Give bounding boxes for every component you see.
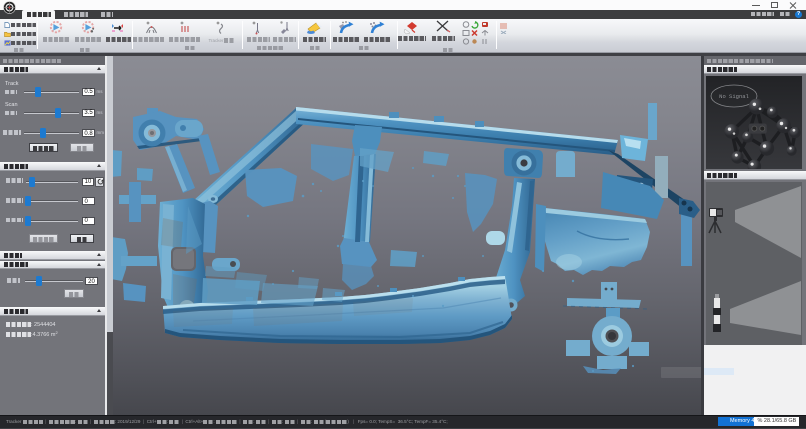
svg-text:No Signal: No Signal xyxy=(719,93,749,100)
